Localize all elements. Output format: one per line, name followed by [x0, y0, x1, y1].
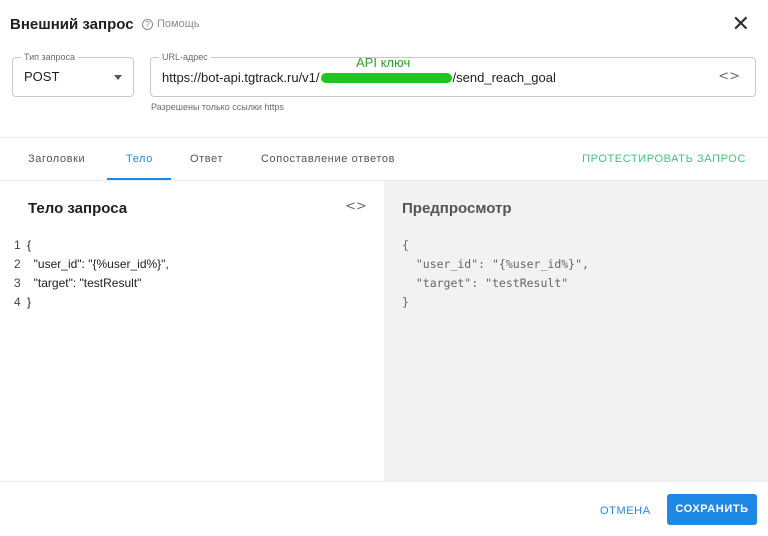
url-suffix: /send_reach_goal	[452, 70, 556, 85]
line-number: 3	[14, 276, 21, 290]
code-line: 3 "target": "testResult"	[14, 274, 169, 293]
preview-line: "user_id": "{%user_id%}",	[402, 257, 589, 271]
question-circle-icon: ?	[142, 18, 153, 30]
request-type-value: POST	[24, 69, 60, 84]
divider	[0, 137, 768, 138]
preview-line: "target": "testResult"	[402, 276, 569, 290]
code-line: 2 "user_id": "{%user_id%}",	[14, 255, 169, 274]
caret-down-icon	[114, 75, 122, 80]
save-button[interactable]: СОХРАНИТЬ	[667, 494, 757, 525]
help-link[interactable]: ? Помощь	[142, 18, 200, 30]
code-editor[interactable]: 1{ 2 "user_id": "{%user_id%}", 3 "target…	[14, 236, 169, 312]
url-input[interactable]: URL-адрес API ключ https://bot-api.tgtra…	[150, 51, 756, 97]
editor-title: Тело запроса	[28, 200, 128, 217]
code-brackets-icon[interactable]: <>	[718, 69, 740, 84]
tab-headers[interactable]: Заголовки	[28, 153, 85, 165]
preview-title: Предпросмотр	[402, 200, 512, 217]
api-key-annotation: API ключ	[356, 55, 411, 70]
preview-line: {	[402, 238, 409, 252]
help-label: Помощь	[157, 18, 200, 30]
preview-panel: Предпросмотр { "user_id": "{%user_id%}",…	[384, 181, 768, 481]
cancel-button[interactable]: ОТМЕНА	[600, 505, 651, 517]
code-text: "target": "testResult"	[27, 276, 142, 290]
tab-response-mapping[interactable]: Сопоставление ответов	[261, 153, 395, 165]
preview-line: }	[402, 295, 409, 309]
url-prefix: https://bot-api.tgtrack.ru/v1/	[162, 70, 320, 85]
request-type-label: Тип запроса	[21, 51, 79, 63]
code-text: {	[27, 238, 32, 252]
test-request-button[interactable]: ПРОТЕСТИРОВАТЬ ЗАПРОС	[582, 153, 746, 165]
code-text: }	[27, 295, 32, 309]
line-number: 2	[14, 257, 21, 271]
line-number: 4	[14, 295, 21, 309]
dialog-footer: ОТМЕНА СОХРАНИТЬ	[0, 481, 768, 536]
close-icon[interactable]: ✕	[732, 13, 750, 35]
code-text: "user_id": "{%user_id%}",	[27, 257, 169, 271]
code-brackets-icon[interactable]: <>	[345, 199, 367, 214]
body-editor[interactable]: Тело запроса <> 1{ 2 "user_id": "{%user_…	[0, 181, 384, 481]
url-hint: Разрешены только ссылки https	[151, 102, 284, 112]
dialog-title: Внешний запрос	[10, 16, 134, 33]
line-number: 1	[14, 238, 21, 252]
redacted-api-key	[320, 72, 452, 83]
tab-response[interactable]: Ответ	[190, 153, 223, 165]
preview-code: { "user_id": "{%user_id%}", "target": "t…	[402, 236, 589, 312]
dialog-header: Внешний запрос ? Помощь ✕	[0, 0, 768, 50]
code-line: 1{	[14, 236, 169, 255]
request-type-select[interactable]: Тип запроса POST	[12, 51, 134, 97]
code-line: 4}	[14, 293, 169, 312]
tab-body[interactable]: Тело	[126, 153, 153, 165]
url-label: URL-адрес	[159, 51, 211, 63]
